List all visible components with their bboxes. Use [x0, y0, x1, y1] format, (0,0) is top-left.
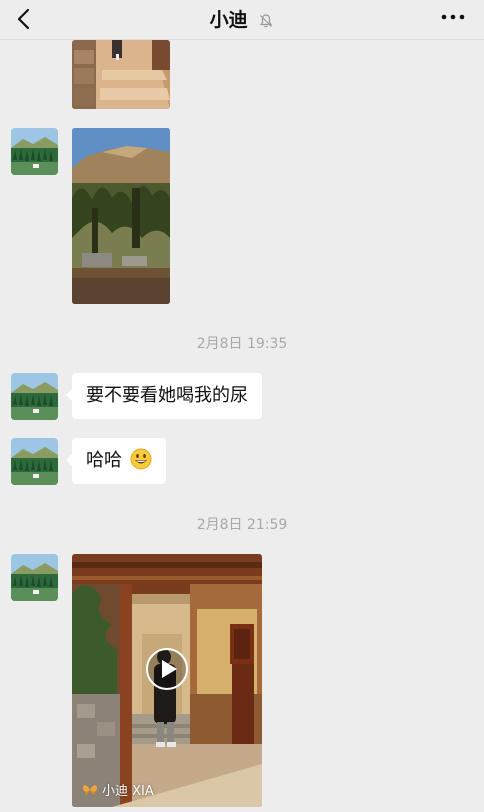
- chat-header: 小迪: [0, 0, 484, 40]
- play-icon[interactable]: [145, 647, 189, 691]
- message-bubble[interactable]: 要不要看她喝我的尿: [66, 373, 262, 419]
- more-dots-icon[interactable]: [440, 12, 466, 22]
- avatar-landscape-icon: [11, 373, 58, 420]
- timestamp: 2月8日 21:59: [196, 517, 288, 533]
- photo-stone-path: [72, 40, 170, 109]
- timestamp: 2月8日 19:35: [196, 336, 288, 352]
- message-text: 要不要看她喝我的尿: [86, 385, 248, 406]
- watermark-text: 小迪 XIA: [102, 784, 154, 799]
- avatar-landscape-icon: [11, 554, 58, 601]
- chat-video[interactable]: 小迪 XIA: [72, 554, 262, 807]
- chat-title-group: 小迪: [0, 5, 484, 32]
- grinning-emoji-icon: [130, 448, 152, 470]
- avatar-landscape-icon: [11, 128, 58, 175]
- video-watermark: 小迪 XIA: [82, 780, 154, 799]
- message-text: 哈哈: [86, 450, 122, 471]
- avatar[interactable]: [11, 554, 58, 601]
- avatar[interactable]: [11, 438, 58, 485]
- avatar[interactable]: [11, 128, 58, 175]
- bubble-tail: [66, 454, 72, 466]
- butterfly-logo-icon: [83, 784, 97, 795]
- avatar[interactable]: [11, 373, 58, 420]
- photo-mountain-forest: [72, 128, 170, 304]
- chat-photo-1[interactable]: [72, 40, 170, 109]
- chat-photo-2[interactable]: [72, 128, 170, 304]
- bubble-tail: [66, 389, 72, 401]
- avatar-landscape-icon: [11, 438, 58, 485]
- bell-muted-icon: [260, 13, 273, 27]
- chat-title: 小迪: [209, 9, 248, 31]
- message-bubble[interactable]: 哈哈: [66, 438, 166, 484]
